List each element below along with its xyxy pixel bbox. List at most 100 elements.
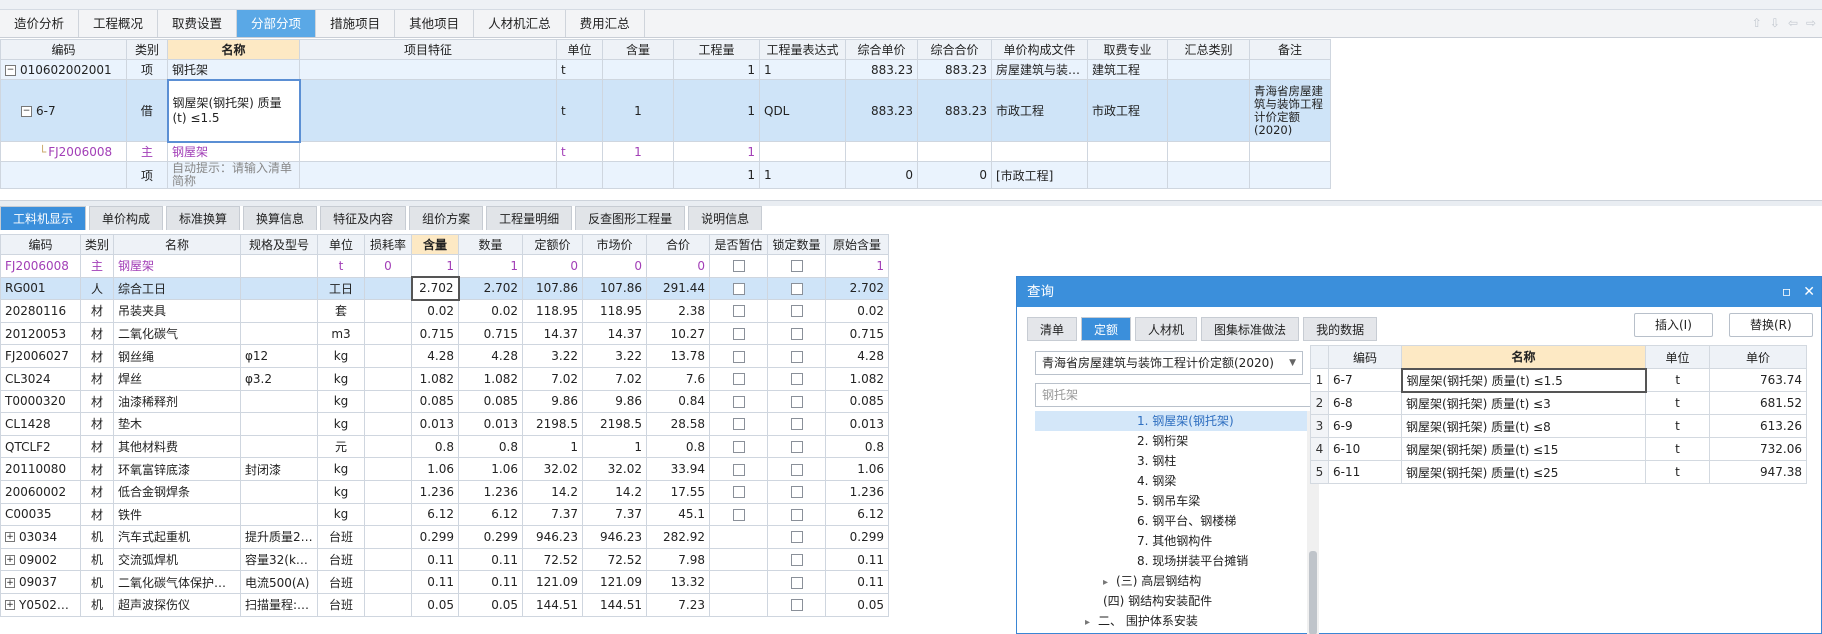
cell-content[interactable]: 2.702 [410, 276, 460, 301]
tab-5[interactable]: 其他项目 [395, 10, 475, 37]
cell-qty[interactable]: 1 [673, 79, 760, 142]
cell-unit[interactable] [556, 161, 603, 189]
cell-amount[interactable]: 0.02 [458, 299, 523, 323]
checkbox[interactable] [790, 373, 803, 386]
tree-node[interactable]: 7. 其他钢构件 [1035, 531, 1307, 551]
cell-market[interactable]: 14.37 [582, 321, 647, 346]
cell-expr[interactable]: 1 [759, 161, 846, 189]
cell-spec[interactable]: 电流500(A) [240, 570, 318, 594]
quota-price[interactable]: 613.26 [1709, 414, 1807, 438]
cell-total[interactable]: 0.8 [646, 434, 710, 459]
cell-est[interactable] [709, 276, 768, 301]
resource-row[interactable]: T0000320 材油漆稀释剂 kg 0.085 0.085 9.86 9.86 0.84 0.… [0, 389, 889, 414]
cell-sum[interactable] [1167, 59, 1250, 80]
cell-lock[interactable] [767, 434, 826, 459]
detail-tab-2[interactable]: 标准换算 [166, 206, 241, 230]
cell-amount[interactable]: 4.28 [458, 344, 523, 368]
cell-code[interactable]: CL3024 [0, 366, 81, 391]
cell-type[interactable]: 项 [126, 161, 168, 189]
cell-content[interactable]: 1.082 [411, 366, 459, 391]
tree-node[interactable]: 6. 钢平台、钢楼梯 [1035, 511, 1307, 531]
cell-price[interactable]: 0 [845, 161, 918, 189]
collapse-icon[interactable]: − [21, 105, 32, 117]
cell-type[interactable]: 机 [80, 525, 114, 549]
column-header[interactable]: 数量 [458, 234, 523, 255]
expand-icon[interactable]: + [5, 600, 15, 611]
quota-code[interactable]: 6-9 [1328, 414, 1402, 438]
cell-note[interactable] [1249, 141, 1331, 162]
tab-7[interactable]: 费用汇总 [566, 10, 645, 37]
scrollbar-thumb[interactable] [1309, 551, 1317, 634]
cell-unit[interactable]: kg [317, 479, 365, 504]
cell-file[interactable]: [市政工程] [991, 161, 1088, 189]
cell-orig[interactable]: 0.8 [825, 434, 889, 459]
cell-market[interactable]: 2198.5 [582, 412, 647, 436]
quota-row[interactable]: 3 6-9 钢屋架(钢托架) 质量(t) ≤8 t 613.26 [1310, 414, 1807, 438]
column-header[interactable]: 综合单价 [845, 39, 918, 60]
cell-code[interactable]: C00035 [0, 502, 81, 527]
cell-type[interactable]: 人 [80, 276, 114, 301]
cell-lock[interactable] [767, 299, 826, 323]
cell-sum[interactable] [1167, 79, 1250, 142]
quota-name[interactable]: 钢屋架(钢托架) 质量(t) ≤8 [1401, 414, 1646, 438]
checkbox[interactable] [732, 486, 745, 499]
cell-quota[interactable]: 32.02 [522, 457, 583, 481]
cell-type[interactable]: 材 [80, 366, 114, 391]
cell-content[interactable]: 6.12 [411, 502, 459, 527]
arrow-right-icon[interactable]: ⇨ [1806, 16, 1816, 30]
column-header[interactable]: 取费专业 [1087, 39, 1168, 60]
column-header[interactable]: 含量 [411, 234, 459, 255]
cell-major[interactable]: 市政工程 [1087, 79, 1168, 142]
cell-name[interactable]: 自动提示：请输入清单简称 [167, 161, 300, 189]
column-header[interactable]: 单位 [317, 234, 365, 255]
quota-code[interactable]: 6-8 [1328, 391, 1402, 415]
quota-row[interactable]: 4 6-10 钢屋架(钢托架) 质量(t) ≤15 t 732.06 [1310, 437, 1807, 461]
column-header[interactable]: 类别 [126, 39, 168, 60]
quota-code[interactable]: 6-7 [1328, 368, 1402, 392]
detail-tab-7[interactable]: 反查图形工程量 [575, 206, 686, 230]
cell-spec[interactable]: 封闭漆 [240, 457, 318, 481]
tree-node[interactable]: 2. 钢桁架 [1035, 431, 1307, 451]
cell-loss[interactable] [364, 547, 412, 572]
cell-unit[interactable]: t [556, 59, 603, 80]
cell-spec[interactable] [240, 276, 318, 301]
cell-total[interactable]: 13.32 [646, 570, 710, 594]
cell-content[interactable]: 1.236 [411, 479, 459, 504]
cell-unit[interactable]: t [317, 254, 365, 278]
cell-est[interactable] [709, 389, 768, 414]
cell-content[interactable]: 1 [602, 79, 674, 142]
cell-lock[interactable] [767, 276, 826, 301]
cell-est[interactable] [709, 547, 768, 572]
cell-lock[interactable] [767, 592, 826, 617]
checkbox[interactable] [732, 305, 745, 318]
dialog-tab-2[interactable]: 人材机 [1135, 317, 1198, 341]
cell-name[interactable]: 吊装夹具 [113, 299, 241, 323]
resource-row[interactable]: +09002 机交流弧焊机 容量32(kV… 台班 0.11 0.11 72.52 72.52… [0, 547, 889, 572]
column-header[interactable]: 编码 [0, 234, 81, 255]
checkbox[interactable] [732, 282, 745, 295]
column-header[interactable]: 项目特征 [299, 39, 557, 60]
cell-market[interactable]: 0 [582, 254, 647, 278]
checkbox[interactable] [790, 531, 803, 544]
arrow-left-icon[interactable]: ⇦ [1788, 16, 1798, 30]
cell-loss[interactable] [364, 299, 412, 323]
cell-spec[interactable] [240, 299, 318, 323]
cell-name[interactable]: 钢屋架(钢托架) 质量(t) ≤1.5 [166, 78, 301, 143]
checkbox[interactable] [732, 441, 745, 454]
cell-quota[interactable]: 7.02 [522, 366, 583, 391]
checkbox[interactable] [790, 554, 803, 567]
cell-est[interactable] [709, 457, 768, 481]
cell-orig[interactable]: 2.702 [825, 276, 889, 301]
cell-name[interactable]: 垫木 [113, 412, 241, 436]
checkbox[interactable] [790, 395, 803, 408]
column-header[interactable]: 备注 [1249, 39, 1331, 60]
cell-quota[interactable]: 7.37 [522, 502, 583, 527]
cell-est[interactable] [709, 525, 768, 549]
cell-loss[interactable] [364, 592, 412, 617]
checkbox[interactable] [732, 463, 745, 476]
cell-total[interactable]: 0.84 [646, 389, 710, 414]
cell-expr[interactable]: QDL [759, 79, 846, 142]
column-header[interactable]: 工程量表达式 [759, 39, 846, 60]
cell-spec[interactable]: φ12 [240, 344, 318, 368]
cell-name[interactable]: 汽车式起重机 [113, 525, 241, 549]
